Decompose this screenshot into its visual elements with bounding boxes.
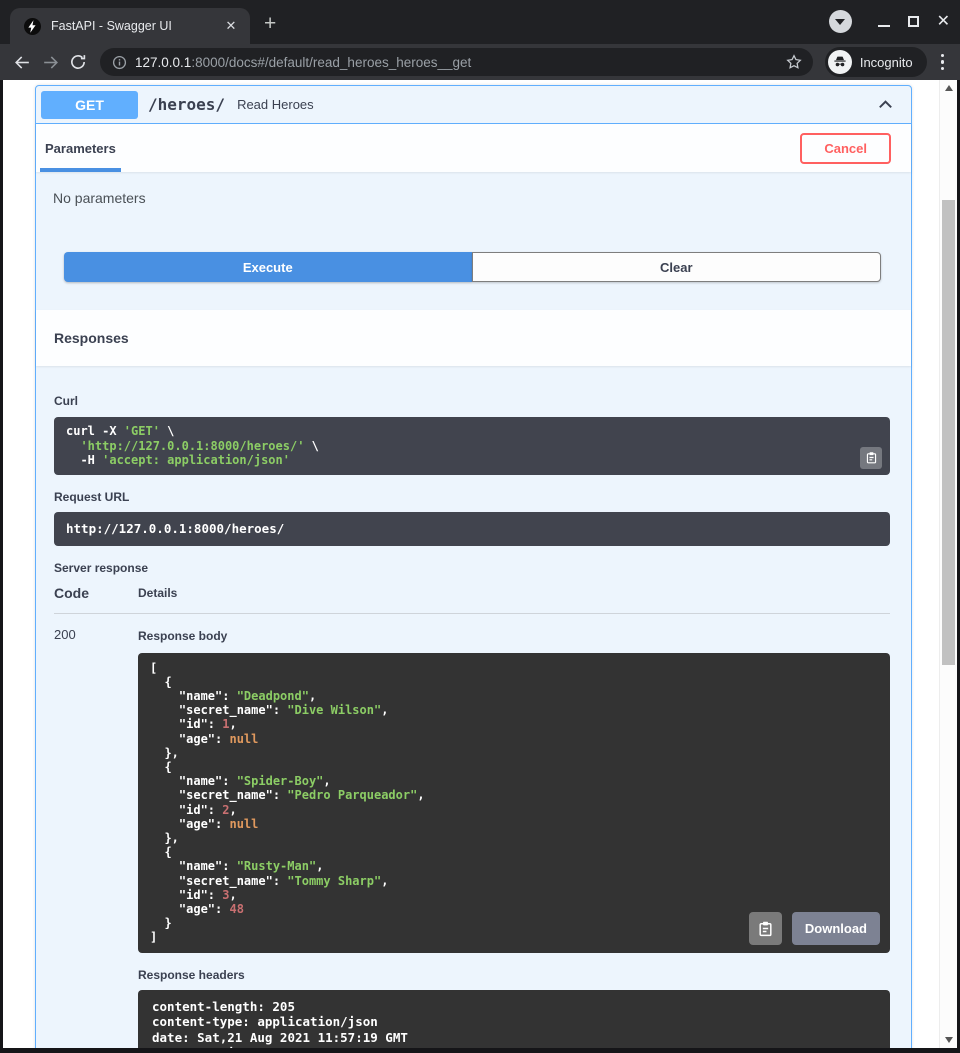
- response-headers-block: content-length: 205 content-type: applic…: [138, 990, 890, 1048]
- reload-button[interactable]: [64, 48, 92, 76]
- download-button[interactable]: Download: [792, 912, 880, 945]
- chevron-up-icon: [876, 95, 895, 114]
- triangle-up-icon: [945, 85, 953, 91]
- incognito-badge: Incognito: [825, 47, 927, 77]
- opblock-get-heroes: GET /heroes/ Read Heroes Parameters Canc…: [35, 85, 912, 1048]
- parameters-header: Parameters Cancel: [36, 124, 911, 172]
- maximize-button[interactable]: [908, 16, 919, 27]
- operation-summary[interactable]: GET /heroes/ Read Heroes: [36, 86, 911, 124]
- clear-button[interactable]: Clear: [472, 252, 882, 282]
- code-column-header: Code: [54, 585, 138, 601]
- copy-response-button[interactable]: [749, 912, 782, 945]
- response-body-code: [ { "name": "Deadpond", "secret_name": "…: [150, 661, 878, 945]
- request-url-block: http://127.0.0.1:8000/heroes/: [54, 512, 890, 546]
- browser-menu-button[interactable]: [933, 50, 952, 74]
- new-tab-button[interactable]: +: [264, 12, 276, 36]
- url-text: 127.0.0.1:8000/docs#/default/read_heroes…: [135, 55, 785, 70]
- status-code: 200: [54, 627, 138, 1049]
- response-table-header: Code Details: [54, 585, 890, 613]
- url-path: :8000/docs#/default/read_heroes_heroes__…: [191, 55, 471, 70]
- details-column-header: Details: [138, 586, 177, 600]
- page-scrollbar[interactable]: [939, 80, 957, 1048]
- responses-header: Responses: [36, 310, 911, 366]
- address-bar[interactable]: 127.0.0.1:8000/docs#/default/read_heroes…: [100, 48, 813, 76]
- incognito-label: Incognito: [860, 55, 913, 70]
- scrollbar-up-button[interactable]: [940, 80, 958, 96]
- response-body-label: Response body: [138, 629, 227, 643]
- caret-down-icon: [835, 19, 845, 25]
- header-line: server: uvicorn: [152, 1045, 876, 1048]
- browser-toolbar: 127.0.0.1:8000/docs#/default/read_heroes…: [0, 44, 960, 80]
- response-headers-label: Response headers: [138, 968, 890, 982]
- response-body-block: [ { "name": "Deadpond", "secret_name": "…: [138, 653, 890, 953]
- page-info-icon[interactable]: [112, 55, 127, 70]
- window-close-button[interactable]: ✕: [937, 15, 950, 29]
- request-url-label: Request URL: [54, 490, 890, 504]
- response-row-200: 200 Response body [ { "name": "Deadpond"…: [54, 627, 890, 1049]
- bookmark-star-icon[interactable]: [785, 53, 803, 71]
- triangle-down-icon: [945, 1037, 953, 1043]
- scrollbar-thumb[interactable]: [942, 200, 955, 665]
- scrollbar-down-button[interactable]: [940, 1032, 958, 1048]
- request-url-value: http://127.0.0.1:8000/heroes/: [66, 521, 284, 536]
- window-bottom-border: [0, 1048, 960, 1053]
- copy-icon: [757, 920, 774, 937]
- fastapi-favicon-icon: [24, 18, 41, 35]
- tab-close-icon[interactable]: ✕: [222, 17, 240, 35]
- browser-window: FastAPI - Swagger UI ✕ + ✕: [0, 0, 960, 1053]
- cancel-button[interactable]: Cancel: [800, 133, 891, 164]
- header-line: content-type: application/json: [152, 1014, 876, 1030]
- tab-parameters[interactable]: Parameters: [40, 124, 121, 172]
- tab-strip: FastAPI - Swagger UI ✕ + ✕: [0, 0, 960, 44]
- table-divider: [54, 613, 890, 614]
- operation-path: /heroes/: [148, 95, 225, 114]
- back-button[interactable]: [8, 48, 36, 76]
- execute-wrapper: Execute Clear: [36, 236, 911, 310]
- reload-icon: [69, 53, 87, 71]
- curl-label: Curl: [54, 394, 78, 408]
- url-host: 127.0.0.1: [135, 55, 191, 70]
- minimize-button[interactable]: [878, 25, 890, 27]
- incognito-icon: [828, 50, 852, 74]
- page-content: GET /heroes/ Read Heroes Parameters Canc…: [0, 80, 960, 1048]
- header-line: date: Sat,21 Aug 2021 11:57:19 GMT: [152, 1030, 876, 1046]
- responses-content: Curl curl -X 'GET' \ 'http://127.0.0.1:8…: [36, 366, 911, 1048]
- tab-search-button[interactable]: [829, 10, 852, 33]
- forward-button[interactable]: [36, 48, 64, 76]
- tab-title: FastAPI - Swagger UI: [51, 19, 222, 33]
- curl-code-block: curl -X 'GET' \ 'http://127.0.0.1:8000/h…: [54, 417, 890, 475]
- responses-title: Responses: [54, 330, 129, 346]
- server-response-label: Server response: [54, 561, 890, 575]
- collapse-button[interactable]: [876, 95, 895, 114]
- forward-icon: [41, 53, 60, 72]
- copy-curl-button[interactable]: [860, 447, 882, 469]
- no-parameters-message: No parameters: [36, 172, 911, 236]
- copy-icon: [865, 451, 878, 464]
- execute-button[interactable]: Execute: [64, 252, 472, 282]
- http-method-badge: GET: [41, 91, 138, 119]
- header-line: content-length: 205: [152, 999, 876, 1015]
- back-icon: [13, 53, 32, 72]
- browser-tab[interactable]: FastAPI - Swagger UI ✕: [10, 8, 250, 44]
- parameters-title: Parameters: [45, 141, 116, 156]
- operation-description: Read Heroes: [237, 97, 314, 112]
